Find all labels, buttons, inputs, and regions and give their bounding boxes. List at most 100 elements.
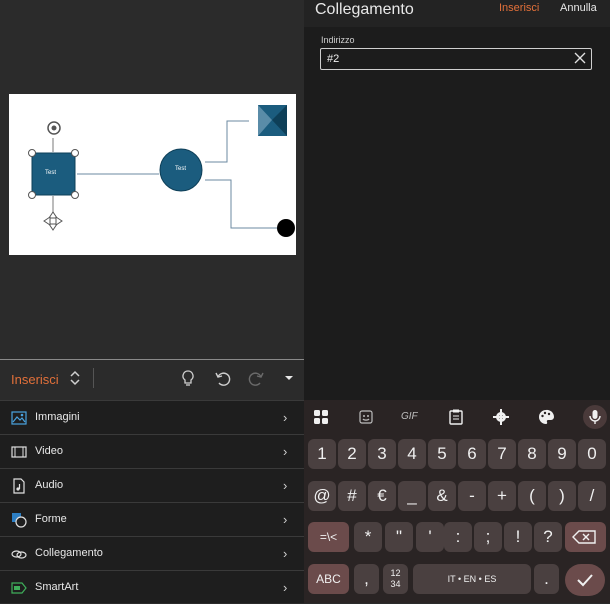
apps-grid-icon[interactable]	[312, 408, 330, 426]
key-6[interactable]: 6	[458, 439, 486, 469]
image-icon	[11, 411, 27, 425]
menu-item-label: Audio	[35, 479, 64, 491]
film-icon	[11, 446, 27, 458]
redo-icon[interactable]	[248, 369, 266, 387]
gear-icon[interactable]	[492, 408, 510, 426]
chevron-right-icon: ›	[283, 410, 288, 425]
address-value: #2	[327, 53, 340, 65]
key-colon[interactable]: :	[444, 522, 472, 552]
clipboard-icon[interactable]	[447, 408, 465, 426]
numpad-key[interactable]: 12 34	[383, 564, 408, 594]
backspace-key[interactable]	[565, 522, 606, 552]
key-ampersand[interactable]: &	[428, 481, 456, 511]
key-quote[interactable]: "	[385, 522, 413, 552]
key-3[interactable]: 3	[368, 439, 396, 469]
menu-item-label: Collegamento	[35, 547, 103, 559]
resize-handle	[28, 191, 36, 199]
numpad-bottom-label: 34	[390, 579, 401, 589]
resize-handle	[71, 149, 79, 157]
key-5[interactable]: 5	[428, 439, 456, 469]
shape-pyramid[interactable]	[258, 105, 287, 136]
rotate-handle-icon[interactable]	[47, 121, 61, 135]
audio-file-icon	[13, 478, 25, 494]
link-dialog: Collegamento Inserisci Annulla Indirizzo…	[304, 0, 610, 400]
menu-item-label: Video	[35, 445, 63, 457]
key-paren-open[interactable]: (	[518, 481, 546, 511]
chevron-right-icon: ›	[283, 580, 288, 595]
menu-item-label: Forme	[35, 513, 67, 525]
menu-item-smartart[interactable]: SmartArt ›	[0, 570, 304, 604]
space-key[interactable]: IT • EN • ES	[413, 564, 531, 594]
menu-item-forme[interactable]: Forme ›	[0, 502, 304, 536]
shapes-icon	[12, 513, 27, 528]
key-underscore[interactable]: _	[398, 481, 426, 511]
key-paren-close[interactable]: )	[548, 481, 576, 511]
gif-button[interactable]: GIF	[401, 411, 418, 422]
smartart-icon	[11, 582, 27, 594]
shape1-text: Test	[45, 170, 57, 176]
key-period[interactable]: .	[534, 564, 559, 594]
dialog-title: Collegamento	[315, 1, 414, 18]
bottom-toolbar: Inserisci	[0, 359, 304, 398]
link-icon	[11, 550, 27, 559]
insert-button[interactable]: Inserisci	[499, 2, 539, 14]
cancel-button[interactable]: Annulla	[560, 2, 597, 14]
tab-selector-label[interactable]: Inserisci	[11, 372, 59, 387]
key-exclamation[interactable]: !	[504, 522, 532, 552]
move-handle-icon[interactable]	[43, 211, 63, 231]
abc-key[interactable]: ABC	[308, 564, 349, 594]
lightbulb-icon[interactable]	[179, 369, 197, 387]
check-icon	[577, 574, 593, 587]
palette-icon[interactable]	[537, 408, 555, 426]
key-at[interactable]: @	[308, 481, 336, 511]
sticker-icon[interactable]	[357, 408, 375, 426]
undo-icon[interactable]	[213, 369, 231, 387]
key-2[interactable]: 2	[338, 439, 366, 469]
connector-line	[205, 120, 249, 163]
menu-item-label: Immagini	[35, 411, 80, 423]
chevron-right-icon: ›	[283, 478, 288, 493]
connector-line	[205, 179, 277, 229]
key-comma[interactable]: ,	[354, 564, 379, 594]
key-question[interactable]: ?	[534, 522, 562, 552]
key-slash[interactable]: /	[578, 481, 606, 511]
key-9[interactable]: 9	[548, 439, 576, 469]
dialog-header: Collegamento Inserisci Annulla	[304, 0, 610, 27]
key-euro[interactable]: €	[368, 481, 396, 511]
resize-handle	[71, 191, 79, 199]
backspace-icon	[572, 530, 596, 544]
key-4[interactable]: 4	[398, 439, 426, 469]
keyboard-toolbar: GIF	[304, 400, 610, 434]
key-semicolon[interactable]: ;	[474, 522, 502, 552]
enter-key[interactable]	[565, 564, 605, 596]
shape2-text: Test	[175, 166, 187, 172]
key-hash[interactable]: #	[338, 481, 366, 511]
on-screen-keyboard: GIF 1 2 3 4 5 6 7 8 9 0 @ # € _ & - + (…	[304, 400, 610, 603]
key-apostrophe[interactable]: '	[416, 522, 444, 552]
chevron-right-icon: ›	[283, 546, 288, 561]
key-plus[interactable]: +	[488, 481, 516, 511]
slide-editor: Test Test Inserisci Immagini › Video › A…	[0, 0, 304, 603]
key-7[interactable]: 7	[488, 439, 516, 469]
key-asterisk[interactable]: *	[354, 522, 382, 552]
shape-black-dot[interactable]	[277, 219, 295, 237]
key-more-symbols[interactable]: =\<	[308, 522, 349, 552]
address-field[interactable]: #2	[320, 48, 592, 70]
slide-canvas[interactable]: Test Test	[9, 94, 296, 255]
key-minus[interactable]: -	[458, 481, 486, 511]
key-1[interactable]: 1	[308, 439, 336, 469]
clear-icon[interactable]	[573, 51, 587, 65]
updown-chevron-icon[interactable]	[66, 369, 84, 387]
menu-item-collegamento[interactable]: Collegamento ›	[0, 536, 304, 570]
menu-item-label: SmartArt	[35, 581, 79, 593]
menu-item-audio[interactable]: Audio ›	[0, 468, 304, 502]
menu-item-video[interactable]: Video ›	[0, 434, 304, 468]
menu-item-immagini[interactable]: Immagini ›	[0, 400, 304, 434]
key-0[interactable]: 0	[578, 439, 606, 469]
key-8[interactable]: 8	[518, 439, 546, 469]
dropdown-arrow-icon[interactable]	[280, 369, 298, 387]
insert-menu: Immagini › Video › Audio › Forme › Colle…	[0, 400, 304, 603]
resize-handle	[28, 149, 36, 157]
divider	[93, 368, 94, 388]
microphone-button[interactable]	[583, 405, 607, 429]
